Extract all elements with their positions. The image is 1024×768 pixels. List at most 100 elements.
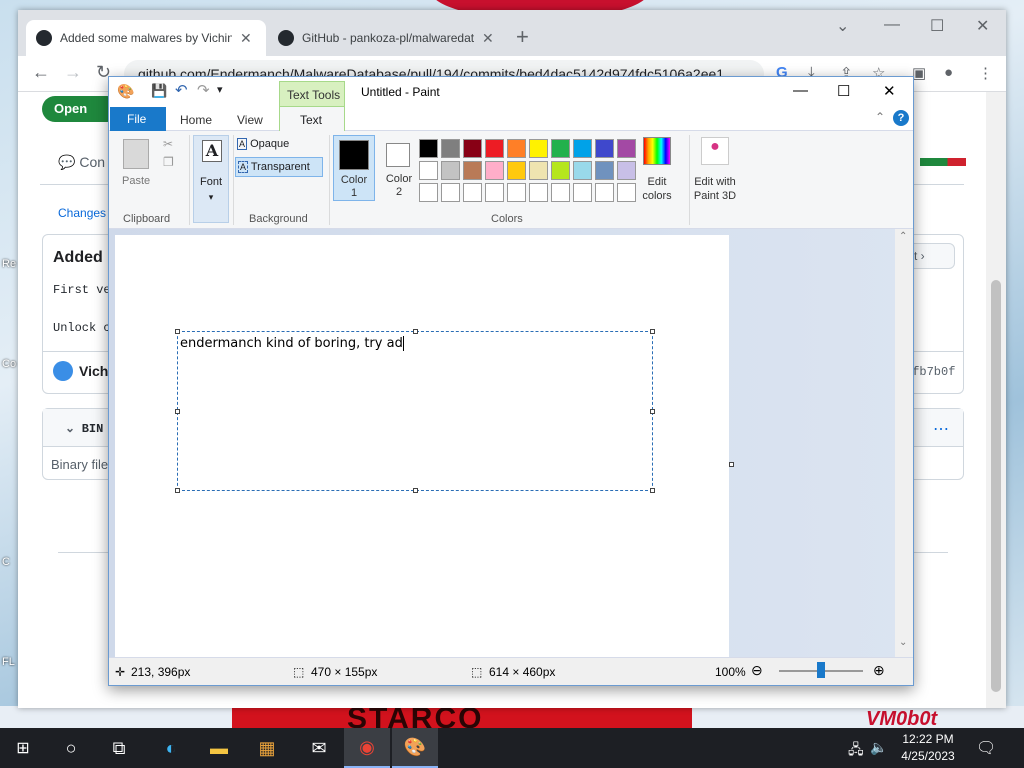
palette-swatch[interactable] [507, 139, 526, 158]
edge-button[interactable]: ◐ [148, 728, 194, 768]
color2-button[interactable]: Color 2 [379, 135, 419, 201]
palette-swatch[interactable] [617, 161, 636, 180]
resize-handle[interactable] [650, 329, 655, 334]
volume-muted-icon[interactable]: 🔈 [870, 739, 887, 756]
start-button[interactable]: ⊞ [0, 728, 46, 768]
palette-swatch[interactable] [551, 161, 570, 180]
undo-icon[interactable]: ↶ [175, 81, 188, 99]
search-button[interactable]: ○ [48, 728, 94, 768]
close-window-icon[interactable]: ✕ [976, 16, 989, 36]
paint-button[interactable]: 🎨 [392, 728, 438, 768]
menu-icon[interactable]: ⋮ [978, 64, 993, 82]
resize-handle[interactable] [650, 488, 655, 493]
scroll-up-icon[interactable]: ⌃ [899, 231, 907, 242]
canvas[interactable]: endermanch kind of boring, try ad [115, 235, 729, 661]
paint-app-icon[interactable]: 🎨 [117, 83, 134, 100]
mail-button[interactable]: ✉ [296, 728, 342, 768]
clock[interactable]: 12:22 PM 4/25/2023 [888, 731, 968, 765]
close-tab-icon[interactable]: ✕ [482, 30, 494, 47]
palette-swatch[interactable] [485, 139, 504, 158]
paste-icon[interactable] [123, 139, 149, 169]
palette-swatch[interactable] [463, 139, 482, 158]
palette-swatch[interactable] [595, 183, 614, 202]
desktop-icon-label[interactable]: Co [2, 358, 16, 370]
palette-swatch[interactable] [595, 139, 614, 158]
tab-file[interactable]: File [110, 107, 166, 131]
palette-swatch[interactable] [441, 161, 460, 180]
chrome-button[interactable]: ◉ [344, 728, 390, 768]
desktop-icon-label[interactable]: FL [2, 656, 15, 668]
edit-with-paint3d-button[interactable]: Edit with Paint 3D [687, 175, 743, 203]
color1-button[interactable]: Color 1 [333, 135, 375, 201]
edit-colors-button[interactable]: Edit colors [635, 175, 679, 203]
tab-text[interactable]: Text [279, 106, 345, 132]
palette-swatch[interactable] [551, 139, 570, 158]
side-panel-icon[interactable]: ▣ [912, 64, 926, 82]
scroll-down-icon[interactable]: ⌄ [899, 637, 907, 648]
resize-handle[interactable] [413, 329, 418, 334]
palette-swatch[interactable] [463, 183, 482, 202]
zoom-in-icon[interactable]: ⊕ [873, 662, 885, 679]
minimize-icon[interactable]: — [884, 16, 900, 34]
palette-swatch[interactable] [485, 161, 504, 180]
tab-search-icon[interactable]: ⌄ [836, 16, 849, 36]
palette-swatch[interactable] [507, 183, 526, 202]
resize-handle[interactable] [175, 488, 180, 493]
zoom-slider-thumb[interactable] [817, 662, 825, 678]
palette-swatch[interactable] [529, 183, 548, 202]
page-scrollbar[interactable] [986, 92, 1006, 708]
font-button[interactable]: A Font ▾ [193, 135, 229, 223]
minimize-ribbon-icon[interactable]: ⌃ [875, 110, 885, 124]
tab-view[interactable]: View [237, 113, 263, 127]
maximize-icon[interactable]: ☐ [930, 16, 944, 36]
maximize-icon[interactable]: ☐ [837, 82, 850, 100]
close-icon[interactable]: ✕ [883, 82, 896, 100]
palette-swatch[interactable] [617, 183, 636, 202]
palette-swatch[interactable] [573, 183, 592, 202]
palette-swatch[interactable] [617, 139, 636, 158]
palette-swatch[interactable] [419, 161, 438, 180]
resize-handle[interactable] [175, 329, 180, 334]
zoom-out-icon[interactable]: ⊖ [751, 662, 763, 679]
canvas-resize-handle[interactable] [729, 462, 734, 467]
text-box[interactable]: endermanch kind of boring, try ad [175, 329, 655, 493]
browser-tab-repo[interactable]: GitHub - pankoza-pl/malwaredat ✕ [268, 20, 508, 56]
palette-swatch[interactable] [507, 161, 526, 180]
desktop-icon-label[interactable]: C [2, 556, 10, 568]
network-icon[interactable]: 🖧 [848, 739, 864, 763]
palette-swatch[interactable] [485, 183, 504, 202]
chevron-down-icon[interactable]: ⌄ [65, 421, 75, 435]
text-box-content[interactable]: endermanch kind of boring, try ad [180, 336, 404, 351]
customize-qat-icon[interactable]: ▾ [217, 83, 223, 96]
palette-swatch[interactable] [441, 139, 460, 158]
resize-handle[interactable] [413, 488, 418, 493]
redo-icon[interactable]: ↷ [197, 81, 210, 99]
help-icon[interactable]: ? [893, 110, 909, 126]
desktop-icon-label[interactable]: Re [2, 258, 16, 270]
new-tab-icon[interactable]: + [516, 24, 529, 50]
transparent-option[interactable]: A Transparent [235, 157, 323, 177]
scrollbar-thumb[interactable] [991, 280, 1001, 692]
forward-icon[interactable]: → [64, 62, 82, 83]
paste-button[interactable]: Paste [122, 175, 150, 187]
resize-handle[interactable] [650, 409, 655, 414]
palette-swatch[interactable] [463, 161, 482, 180]
cut-icon[interactable]: ✂ [163, 137, 173, 151]
avatar[interactable] [53, 361, 73, 381]
save-icon[interactable]: 💾 [151, 83, 167, 99]
profile-icon[interactable]: ● [944, 64, 953, 81]
palette-swatch[interactable] [419, 183, 438, 202]
canvas-scrollbar[interactable]: ⌃ ⌄ [895, 229, 913, 657]
palette-swatch[interactable] [573, 139, 592, 158]
palette-swatch[interactable] [441, 183, 460, 202]
resize-handle[interactable] [175, 409, 180, 414]
task-view-button[interactable]: ⧉ [96, 728, 142, 768]
minimize-icon[interactable]: — [793, 82, 808, 99]
changes-link[interactable]: Changes f [58, 206, 113, 220]
opaque-option[interactable]: A Opaque [235, 135, 321, 155]
store-button[interactable]: ▦ [244, 728, 290, 768]
more-options-icon[interactable]: ⋯ [933, 419, 949, 439]
palette-swatch[interactable] [529, 161, 548, 180]
palette-swatch[interactable] [529, 139, 548, 158]
copy-icon[interactable]: ❐ [163, 155, 174, 169]
